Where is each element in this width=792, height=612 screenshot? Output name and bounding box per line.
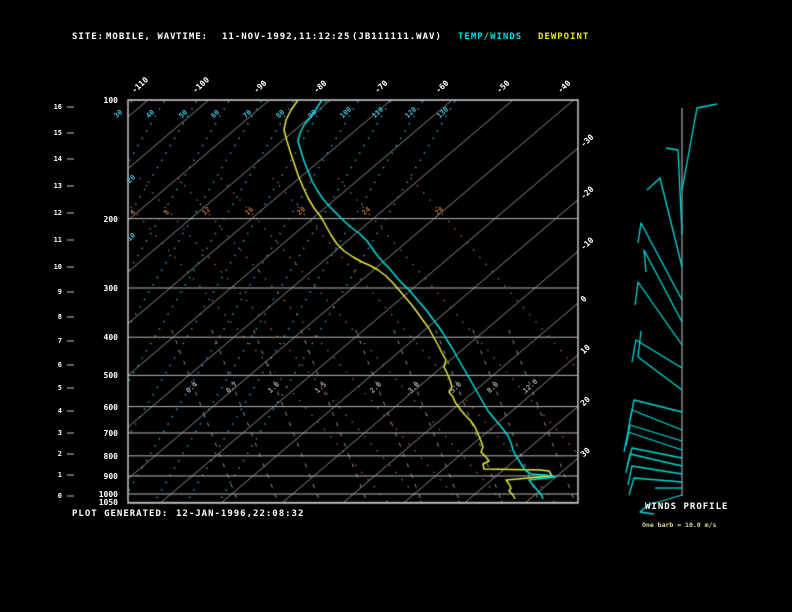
time-label: TIME: bbox=[176, 32, 209, 42]
pressure-axis-label: 200 bbox=[103, 214, 118, 224]
plot-generated-label: PLOT GENERATED: bbox=[72, 509, 169, 519]
height-axis-label: 2 bbox=[57, 450, 62, 458]
pressure-axis-label: 500 bbox=[103, 371, 118, 381]
pressure-axis-label: 600 bbox=[103, 402, 118, 412]
dewpoint-legend: DEWPOINT bbox=[538, 32, 590, 42]
height-axis-label: 3 bbox=[57, 429, 62, 437]
skewt-app-window: SITE: MOBILE, WAV TIME: 11-NOV-1992,11:1… bbox=[0, 0, 792, 612]
height-axis-label: 0 bbox=[57, 492, 62, 500]
height-axis-label: 4 bbox=[57, 407, 62, 415]
height-axis-label: 7 bbox=[57, 337, 62, 345]
file-name: (JB111111.WAV) bbox=[352, 32, 442, 42]
pressure-axis-label: 400 bbox=[103, 333, 118, 343]
site-value: MOBILE, WAV bbox=[106, 32, 177, 42]
pressure-axis-label: 900 bbox=[103, 471, 118, 481]
plot-generated-value: 12-JAN-1996,22:08:32 bbox=[176, 509, 305, 519]
height-axis-label: 15 bbox=[53, 129, 62, 137]
winds-profile-title: WINDS PROFILE bbox=[645, 502, 729, 512]
height-axis-label: 12 bbox=[53, 209, 62, 217]
pressure-axis-label: 700 bbox=[103, 428, 118, 438]
pressure-axis-label: 100 bbox=[103, 96, 118, 105]
height-axis-label: 8 bbox=[57, 313, 62, 321]
time-value: 11-NOV-1992,11:12:25 bbox=[222, 32, 351, 42]
height-axis-label: 11 bbox=[53, 236, 62, 244]
wind-barb-scale-note: One barb = 10.0 m/s bbox=[642, 521, 717, 529]
height-axis-label: 10 bbox=[53, 263, 62, 271]
pressure-axis-label: 300 bbox=[103, 283, 118, 293]
height-axis-label: 6 bbox=[57, 361, 62, 369]
height-axis-label: 5 bbox=[57, 384, 62, 392]
pressure-axis-label: 1050 bbox=[98, 498, 118, 508]
height-axis-label: 1 bbox=[57, 471, 62, 479]
height-axis-label: 14 bbox=[53, 155, 62, 163]
height-axis-label: 16 bbox=[53, 103, 62, 111]
height-axis-label: 9 bbox=[57, 288, 62, 296]
pressure-axis-label: 800 bbox=[103, 451, 118, 461]
site-label: SITE: bbox=[72, 32, 105, 42]
height-axis-label: 13 bbox=[53, 182, 62, 190]
temp-winds-legend: TEMP/WINDS bbox=[458, 32, 523, 42]
